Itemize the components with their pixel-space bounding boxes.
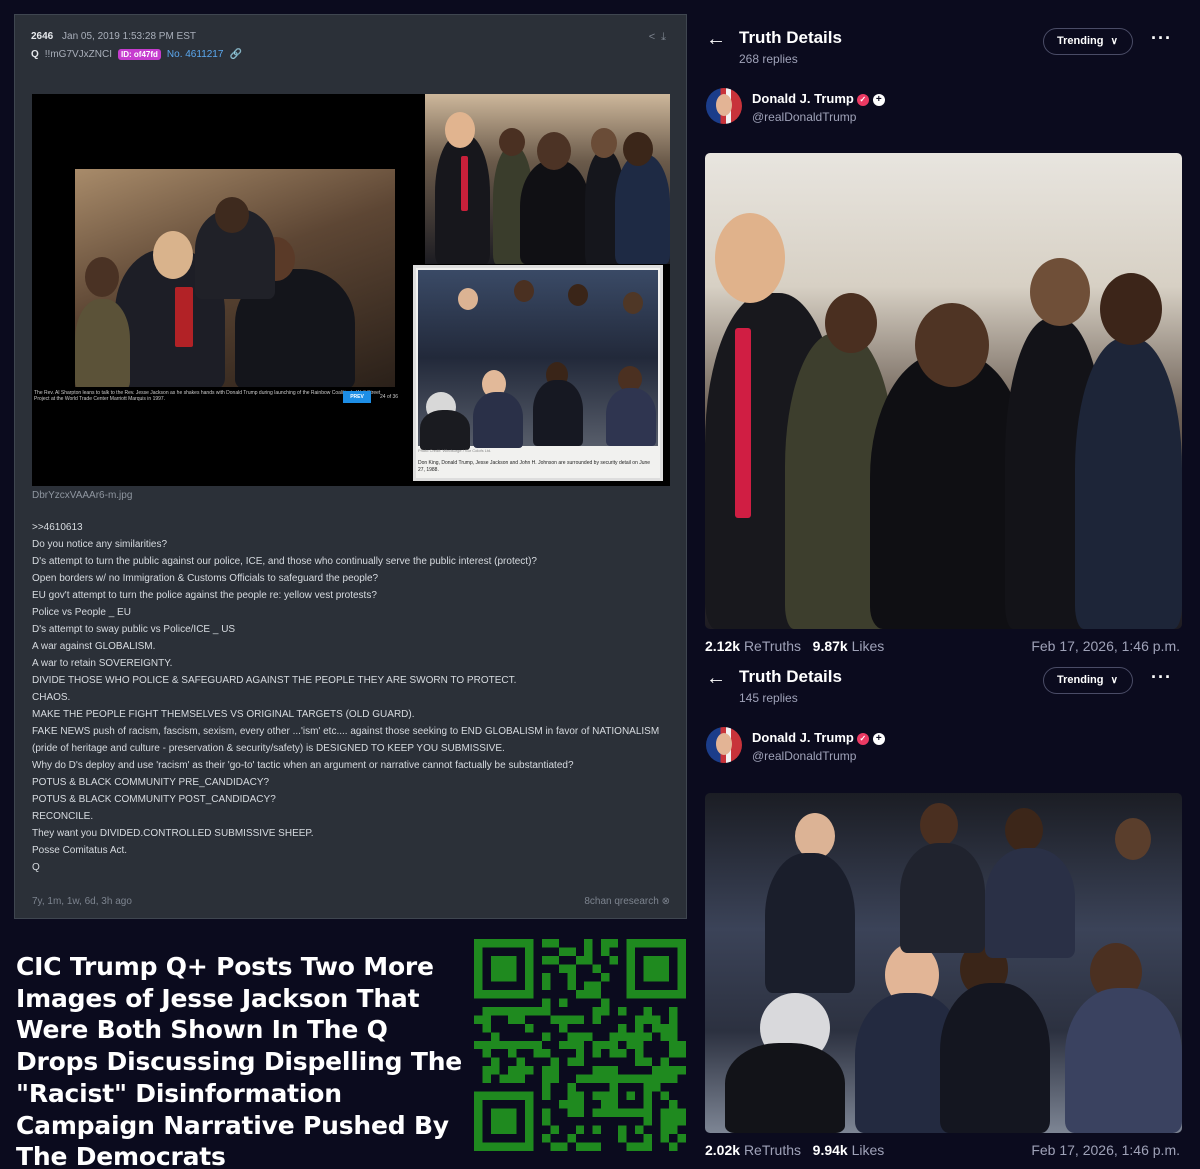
download-icon[interactable]: ⤓ [661, 31, 672, 43]
author-block[interactable]: Donald J. Trump ✓ + @realDonaldTrump [706, 727, 1006, 767]
author-name[interactable]: Donald J. Trump [752, 730, 854, 745]
likes-count[interactable]: 9.94k [813, 1142, 848, 1158]
qdrop-author-line: Q !!mG7VJxZNCI ID: of47fd No. 4611217 🔗 [31, 49, 242, 60]
author-name-row: Donald J. Trump ✓ + [752, 91, 885, 106]
author-block[interactable]: Donald J. Trump ✓ + @realDonaldTrump [706, 88, 1006, 128]
close-circle-icon[interactable]: ⊗ [662, 896, 670, 907]
truth-header: ← Truth Details 145 replies Trending ∨ ·… [706, 667, 1184, 711]
avatar[interactable] [706, 727, 742, 763]
prev-button[interactable]: PREV [343, 391, 371, 403]
retruths-label[interactable]: ReTruths [744, 638, 801, 654]
photo-sharpton-jackson-trump [75, 169, 395, 387]
truth-stats: 2.02k ReTruths 9.94k Likes [705, 1142, 884, 1158]
truth-title: Truth Details [739, 28, 842, 47]
replies-count: 268 replies [739, 52, 798, 66]
truth-stats: 2.12k ReTruths 9.87k Likes [705, 638, 884, 654]
qdrop-message: >>4610613 Do you notice any similarities?… [32, 519, 680, 876]
post-age: 7y, 1m, 1w, 6d, 3h ago [32, 896, 132, 907]
truth-image[interactable] [705, 153, 1182, 629]
verified-icon: ✓ [856, 93, 869, 106]
more-dots-icon[interactable]: ··· [1151, 667, 1172, 688]
headline: CIC Trump Q+ Posts Two More Images of Je… [16, 952, 463, 1169]
post-id-link[interactable]: No. 4611217 [167, 49, 224, 60]
verified-icon: ✓ [856, 732, 869, 745]
message-line: FAKE NEWS push of racism, fascism, sexis… [32, 726, 660, 737]
likes-count[interactable]: 9.87k [813, 638, 848, 654]
tripcode: !!mG7VJxZNCI [44, 49, 113, 60]
source-label: 8chan qresearch [584, 896, 659, 907]
image-filename[interactable]: DbrYzcxVAAAr6-m.jpg [32, 490, 132, 501]
message-line: MAKE THE PEOPLE FIGHT THEMSELVES VS ORIG… [32, 709, 415, 720]
message-line: RECONCILE. [32, 811, 94, 822]
truth-header: ← Truth Details 268 replies Trending ∨ ·… [706, 28, 1184, 72]
truth-date: Feb 17, 2026, 1:46 p.m. [1031, 638, 1180, 654]
photo-king-trump-jackson-johnson: Photo Credit: Windsurge / Sur Colofs Ltd… [413, 265, 663, 481]
message-line: D's attempt to sway public vs Police/ICE… [32, 624, 236, 635]
message-line: They want you DIVIDED.CONTROLLED SUBMISS… [32, 828, 314, 839]
message-line: POTUS & BLACK COMMUNITY POST_CANDIDACY? [32, 794, 276, 805]
message-line: DIVIDE THOSE WHO POLICE & SAFEGUARD AGAI… [32, 675, 517, 686]
author-handle[interactable]: @realDonaldTrump [752, 749, 856, 763]
share-icon[interactable]: < [649, 31, 661, 43]
qdrop-post: 2646 Jan 05, 2019 1:53:28 PM EST <⤓ Q !!… [14, 14, 687, 919]
author-handle[interactable]: @realDonaldTrump [752, 110, 856, 124]
post-date: Jan 05, 2019 1:53:28 PM EST [62, 31, 197, 42]
retruths-label[interactable]: ReTruths [744, 1142, 801, 1158]
chevron-down-icon: ∨ [1110, 675, 1118, 686]
message-line[interactable]: >>4610613 [32, 519, 680, 536]
message-line: D's attempt to turn the public against o… [32, 556, 537, 567]
message-line: Q [32, 862, 40, 873]
message-line: EU gov't attempt to turn the police agai… [32, 590, 377, 601]
message-line: Do you notice any similarities? [32, 539, 168, 550]
post-source: 8chan qresearch ⊗ [584, 896, 670, 907]
trending-label: Trending [1057, 674, 1104, 686]
photo-credit: Photo Credit: Windsurge / Sur Colofs Ltd… [418, 448, 492, 453]
photo-caption-right: Don King, Donald Trump, Jesse Jackson an… [418, 460, 651, 473]
link-icon[interactable]: 🔗 [229, 49, 241, 60]
trending-dropdown[interactable]: Trending ∨ [1043, 28, 1133, 55]
replies-count: 145 replies [739, 691, 798, 705]
post-number: 2646 [31, 31, 54, 42]
truth-image[interactable] [705, 793, 1182, 1133]
author-name[interactable]: Donald J. Trump [752, 91, 854, 106]
trending-dropdown[interactable]: Trending ∨ [1043, 667, 1133, 694]
photo-caption-left: The Rev. Al Sharpton leans to talk to th… [34, 390, 381, 402]
author-name: Q [31, 49, 39, 60]
message-line: Open borders w/ no Immigration & Customs… [32, 573, 379, 584]
qdrop-image[interactable]: The Rev. Al Sharpton leans to talk to th… [32, 94, 670, 486]
avatar[interactable] [706, 88, 742, 124]
message-line: A war to retain SOVEREIGNTY. [32, 658, 173, 669]
plus-icon: + [872, 93, 885, 106]
message-line: Posse Comitatus Act. [32, 845, 128, 856]
message-line: A war against GLOBALISM. [32, 641, 156, 652]
retruths-count[interactable]: 2.12k [705, 638, 740, 654]
message-line: CHAOS. [32, 692, 71, 703]
trending-label: Trending [1057, 35, 1104, 47]
message-line: POTUS & BLACK COMMUNITY PRE_CANDIDACY? [32, 777, 270, 788]
truth-title: Truth Details [739, 667, 842, 686]
truth-date: Feb 17, 2026, 1:46 p.m. [1031, 1142, 1180, 1158]
arrow-left-icon[interactable]: ← [706, 28, 726, 51]
qr-code [474, 939, 686, 1151]
message-line: (pride of heritage and culture - preserv… [32, 743, 505, 754]
author-name-row: Donald J. Trump ✓ + [752, 730, 885, 745]
qdrop-header: 2646 Jan 05, 2019 1:53:28 PM EST [31, 31, 196, 42]
more-dots-icon[interactable]: ··· [1151, 28, 1172, 49]
post-actions: <⤓ [649, 31, 672, 44]
chevron-down-icon: ∨ [1110, 36, 1118, 47]
photo-trump-jackson-sharpton [425, 94, 670, 264]
id-badge: ID: of47fd [118, 49, 161, 60]
likes-label[interactable]: Likes [852, 1142, 885, 1158]
page-indicator: 24 of 36 [380, 394, 399, 400]
likes-label[interactable]: Likes [852, 638, 885, 654]
plus-icon: + [872, 732, 885, 745]
message-line: Why do D's deploy and use 'racism' as th… [32, 760, 574, 771]
message-line: Police vs People _ EU [32, 607, 131, 618]
arrow-left-icon[interactable]: ← [706, 667, 726, 690]
retruths-count[interactable]: 2.02k [705, 1142, 740, 1158]
